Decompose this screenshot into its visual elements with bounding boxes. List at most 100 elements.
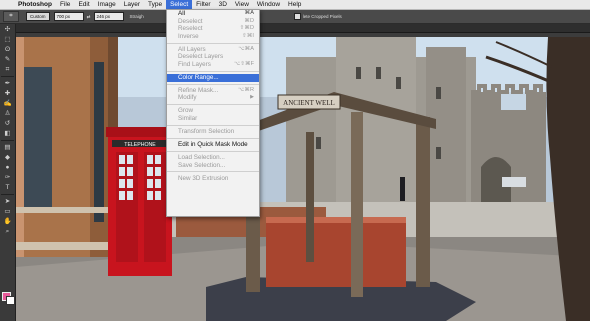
menu-item-label: Color Range... bbox=[178, 73, 219, 81]
menu-item-new-3d-extrusion[interactable]: New 3D Extrusion bbox=[167, 175, 259, 183]
menu-item-label: Deselect bbox=[178, 17, 203, 25]
gradient-tool-icon[interactable]: ▤ bbox=[2, 143, 13, 152]
menu-view[interactable]: View bbox=[231, 0, 253, 9]
options-bar: ⌗ Custom 700 px ⇄ 246 px Straigh lete Cr… bbox=[0, 10, 590, 24]
height-field[interactable]: 246 px bbox=[93, 12, 124, 21]
menu-separator bbox=[167, 104, 259, 106]
menu-layer[interactable]: Layer bbox=[120, 0, 144, 9]
menu-separator bbox=[167, 137, 259, 139]
blur-tool-icon[interactable]: ◆ bbox=[2, 153, 13, 162]
menu-item-save-selection[interactable]: Save Selection... bbox=[167, 162, 259, 170]
menu-help[interactable]: Help bbox=[284, 0, 305, 9]
menu-photoshop[interactable]: Photoshop bbox=[14, 0, 56, 9]
clone-stamp-tool-icon[interactable]: ♙ bbox=[2, 109, 13, 118]
type-tool-icon[interactable]: T bbox=[2, 183, 13, 192]
menu-separator bbox=[167, 171, 259, 173]
marquee-tool-icon[interactable]: ⬚ bbox=[2, 35, 13, 44]
history-brush-tool-icon[interactable]: ↺ bbox=[2, 119, 13, 128]
menu-item-label: Deselect Layers bbox=[178, 53, 224, 61]
menu-item-edit-in-quick-mask-mode[interactable]: Edit in Quick Mask Mode bbox=[167, 141, 259, 149]
tools-panel: ✣ ⬚ ʘ ✎ ⌗ ✒ ✚ ✍ ♙ ↺ ◧ ▤ ◆ ● ✑ T ➤ ▭ ✋ ⌕ bbox=[0, 24, 16, 321]
menu-item-inverse[interactable]: Inverse ⇧⌘I bbox=[167, 33, 259, 41]
menu-item-color-range[interactable]: Color Range... bbox=[167, 73, 259, 82]
tools-separator bbox=[1, 194, 14, 195]
menu-item-all-layers[interactable]: All Layers ⌥⌘A bbox=[167, 46, 259, 54]
menu-item-modify[interactable]: Modify ▶ bbox=[167, 94, 259, 102]
select-menu: All ⌘A Deselect ⌘D Reselect ⇧⌘D Inverse ⇧⌘I All … bbox=[166, 9, 260, 217]
document-canvas[interactable]: TELEPHONE ANCIENT WELL bbox=[16, 37, 590, 321]
eyedropper-tool-icon[interactable]: ✒ bbox=[2, 79, 13, 88]
menu-item-shortcut: ⇧⌘I bbox=[242, 32, 254, 39]
straighten-button[interactable]: Straigh bbox=[130, 14, 144, 19]
menu-item-label: New 3D Extrusion bbox=[178, 174, 229, 182]
quick-select-tool-icon[interactable]: ✎ bbox=[2, 55, 13, 64]
menu-item-label: Refine Mask... bbox=[178, 86, 219, 94]
shape-tool-icon[interactable]: ▭ bbox=[2, 207, 13, 216]
telephone-sign: TELEPHONE bbox=[124, 142, 156, 148]
healing-tool-icon[interactable]: ✚ bbox=[2, 89, 13, 98]
menu-item-label: All Layers bbox=[178, 45, 206, 53]
menu-type[interactable]: Type bbox=[144, 0, 166, 9]
menu-item-load-selection[interactable]: Load Selection... bbox=[167, 154, 259, 162]
crop-icon[interactable]: ⌗ bbox=[3, 11, 19, 22]
menu-separator bbox=[167, 83, 259, 85]
menu-separator bbox=[167, 150, 259, 152]
dodge-tool-icon[interactable]: ● bbox=[2, 163, 13, 172]
telephone-box: TELEPHONE bbox=[106, 127, 174, 276]
hand-tool-icon[interactable]: ✋ bbox=[2, 217, 13, 226]
eraser-tool-icon[interactable]: ◧ bbox=[2, 129, 13, 138]
swap-icon[interactable]: ⇄ bbox=[86, 14, 92, 20]
menu-edit[interactable]: Edit bbox=[74, 0, 93, 9]
crop-tool-icon[interactable]: ⌗ bbox=[2, 65, 13, 74]
path-select-tool-icon[interactable]: ➤ bbox=[2, 197, 13, 206]
menu-item-label: Reselect bbox=[178, 25, 203, 33]
move-tool-icon[interactable]: ✣ bbox=[2, 25, 13, 34]
lasso-tool-icon[interactable]: ʘ bbox=[2, 45, 13, 54]
zoom-tool-icon[interactable]: ⌕ bbox=[2, 227, 13, 236]
menu-item-reselect[interactable]: Reselect ⇧⌘D bbox=[167, 25, 259, 33]
menu-bar: Photoshop File Edit Image Layer Type Sel… bbox=[0, 0, 590, 10]
menu-item-label: Edit in Quick Mask Mode bbox=[178, 140, 248, 148]
ancient-well-sign: ANCIENT WELL bbox=[283, 99, 335, 107]
menu-3d[interactable]: 3D bbox=[215, 0, 231, 9]
menu-image[interactable]: Image bbox=[94, 0, 120, 9]
brick-building bbox=[16, 37, 118, 262]
menu-separator bbox=[167, 42, 259, 44]
menu-file[interactable]: File bbox=[56, 0, 74, 9]
menu-item-find-layers[interactable]: Find Layers ⌥⇧⌘F bbox=[167, 61, 259, 69]
tools-separator bbox=[1, 140, 14, 141]
menu-separator bbox=[167, 124, 259, 126]
car bbox=[502, 177, 526, 187]
menu-separator bbox=[167, 70, 259, 72]
menu-item-label: Find Layers bbox=[178, 60, 211, 68]
menu-item-label: Inverse bbox=[178, 32, 199, 40]
tools-separator bbox=[1, 76, 14, 77]
menu-filter[interactable]: Filter bbox=[192, 0, 214, 9]
person bbox=[400, 177, 405, 201]
menu-item-label: Transform Selection bbox=[178, 128, 235, 135]
submenu-arrow-icon: ▶ bbox=[250, 94, 254, 101]
width-field[interactable]: 700 px bbox=[53, 12, 84, 21]
menu-item-shortcut: ⇧⌘D bbox=[239, 25, 254, 32]
menu-item-label: Load Selection... bbox=[178, 153, 225, 161]
background-color-swatch[interactable] bbox=[6, 296, 15, 305]
menu-item-transform-selection[interactable]: Transform Selection bbox=[167, 128, 259, 136]
pen-tool-icon[interactable]: ✑ bbox=[2, 173, 13, 182]
menu-item-label: Similar bbox=[178, 115, 198, 123]
menu-item-all[interactable]: All ⌘A bbox=[167, 10, 259, 18]
menu-select[interactable]: Select bbox=[166, 0, 193, 9]
menu-item-shortcut: ⌥⇧⌘F bbox=[233, 60, 254, 67]
photo-image: TELEPHONE ANCIENT WELL bbox=[16, 37, 590, 321]
ratio-select[interactable]: Custom bbox=[26, 12, 50, 21]
menu-item-similar[interactable]: Similar bbox=[167, 115, 259, 123]
menu-window[interactable]: Window bbox=[253, 0, 284, 9]
menu-item-shortcut: ⌥⌘A bbox=[238, 45, 254, 52]
menu-item-label: Save Selection... bbox=[178, 161, 226, 169]
menu-item-shortcut: ⌥⌘R bbox=[237, 86, 254, 93]
menu-item-grow[interactable]: Grow bbox=[167, 107, 259, 115]
brush-tool-icon[interactable]: ✍ bbox=[2, 99, 13, 108]
menu-item-deselect-layers[interactable]: Deselect Layers bbox=[167, 53, 259, 61]
delete-cropped-checkbox[interactable] bbox=[293, 13, 301, 20]
menu-item-refine-mask[interactable]: Refine Mask... ⌥⌘R bbox=[167, 87, 259, 95]
menu-item-label: All bbox=[178, 10, 185, 17]
